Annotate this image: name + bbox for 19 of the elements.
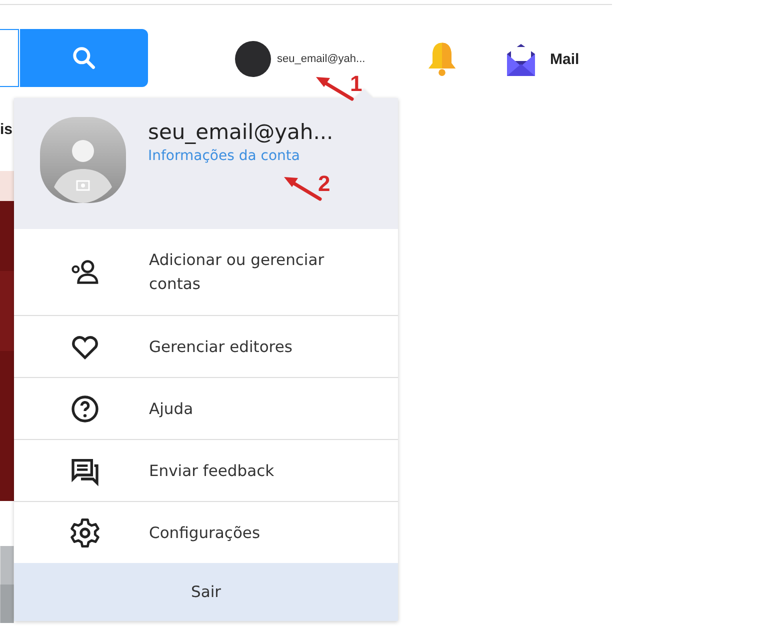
menu-item[interactable]: Gerenciar editores <box>14 315 398 377</box>
envelope-icon[interactable] <box>505 42 537 76</box>
sign-out-button[interactable]: Sair <box>14 563 398 621</box>
menu-item[interactable]: Adicionar ou gerenciar contas <box>14 229 398 315</box>
settings-icon <box>69 516 101 548</box>
avatar-icon <box>40 117 126 203</box>
account-email: seu_email@yah... <box>148 120 334 144</box>
annotation-number: 1 <box>350 71 362 97</box>
search-field[interactable] <box>0 29 19 87</box>
mail-link[interactable]: Mail <box>550 50 580 68</box>
search-icon <box>70 44 98 72</box>
menu-item[interactable]: Enviar feedback <box>14 439 398 501</box>
account-name[interactable]: seu_email@yah... <box>277 53 366 65</box>
search-button[interactable] <box>20 29 148 87</box>
avatar[interactable] <box>235 41 271 77</box>
page-text: is <box>0 121 13 138</box>
menu-item[interactable]: Ajuda <box>14 377 398 439</box>
help-icon <box>69 392 101 424</box>
annotation-number: 2 <box>318 171 330 197</box>
